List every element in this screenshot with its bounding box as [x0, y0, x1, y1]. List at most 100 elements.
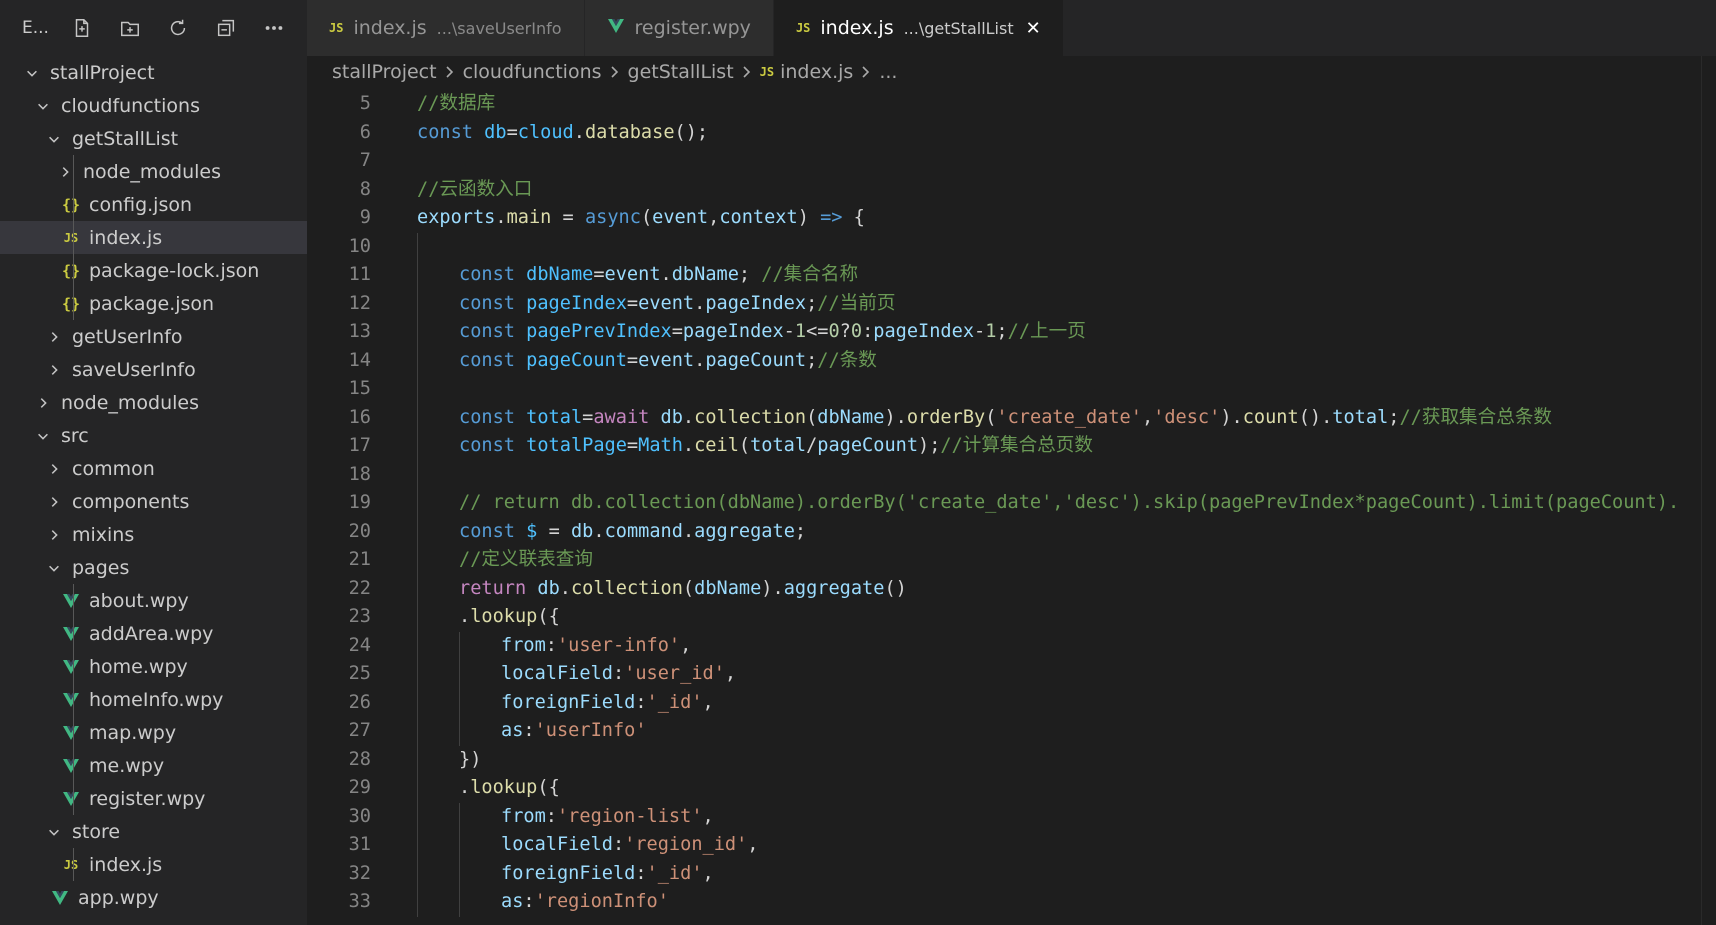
more-icon[interactable]	[250, 10, 298, 46]
code-line[interactable]: 27 as:'userInfo'	[307, 717, 1716, 746]
tree-file[interactable]: {} package.json	[0, 287, 307, 320]
tree-folder[interactable]: src	[0, 419, 307, 452]
chevron-down-icon[interactable]	[46, 131, 62, 147]
code-line[interactable]: 7	[307, 147, 1716, 176]
code-line[interactable]: 6 const db=cloud.database();	[307, 119, 1716, 148]
code-line[interactable]: 11 const dbName=event.dbName; //集合名称	[307, 261, 1716, 290]
close-icon[interactable]: ✕	[1026, 18, 1041, 39]
code-line[interactable]: 32 foreignField:'_id',	[307, 859, 1716, 888]
code-line[interactable]: 18	[307, 460, 1716, 489]
tree-file[interactable]: map.wpy	[0, 716, 307, 749]
chevron-right-icon[interactable]	[46, 527, 62, 543]
code-line[interactable]: 25 localField:'user_id',	[307, 660, 1716, 689]
breadcrumb-item[interactable]: getStallList	[628, 61, 734, 83]
code-line[interactable]: 15	[307, 375, 1716, 404]
tree-item-label: about.wpy	[89, 589, 189, 612]
editor-tab[interactable]: register.wpy	[584, 0, 774, 56]
indent-guide	[73, 848, 74, 881]
code-line[interactable]: 33 as:'regionInfo'	[307, 888, 1716, 917]
tree-folder[interactable]: mixins	[0, 518, 307, 551]
code-token: ,	[702, 862, 714, 884]
chevron-right-icon[interactable]	[46, 461, 62, 477]
new-folder-icon[interactable]	[106, 10, 154, 46]
code-line[interactable]: 30 from:'region-list',	[307, 802, 1716, 831]
vertical-scrollbar[interactable]	[1701, 56, 1716, 925]
code-token: //当前页	[817, 292, 896, 314]
tree-folder[interactable]: node_modules	[0, 155, 307, 188]
tree-file[interactable]: addArea.wpy	[0, 617, 307, 650]
chevron-down-icon[interactable]	[24, 65, 40, 81]
code-line[interactable]: 8 //云函数入口	[307, 176, 1716, 205]
tree-folder[interactable]: node_modules	[0, 386, 307, 419]
code-token: .	[694, 292, 706, 314]
code-editor[interactable]: 5//数据库 6 const db=cloud.database(); 7 8//云函数…	[307, 90, 1716, 925]
tree-file[interactable]: {} config.json	[0, 188, 307, 221]
code-token: Math	[638, 435, 683, 456]
code-line[interactable]: 16 const total=await db.collection(dbName…	[307, 403, 1716, 432]
code-line[interactable]: 5 //数据库	[307, 90, 1716, 119]
chevron-down-icon[interactable]	[46, 824, 62, 840]
tree-file[interactable]: me.wpy	[0, 749, 307, 782]
editor-tab[interactable]: JS index.js ...\getStallList ✕	[773, 0, 1064, 56]
tree-folder[interactable]: common	[0, 452, 307, 485]
line-number: 17	[348, 435, 371, 456]
line-number: 11	[348, 264, 371, 285]
code-line[interactable]: 10	[307, 232, 1716, 261]
editor-tab[interactable]: JS index.js ...\saveUserInfo	[307, 0, 585, 56]
code-line[interactable]: 28})	[307, 745, 1716, 774]
code-line[interactable]: 31 localField:'region_id',	[307, 831, 1716, 860]
chevron-right-icon[interactable]	[46, 494, 62, 510]
tree-file[interactable]: {} package-lock.json	[0, 254, 307, 287]
tree-folder[interactable]: components	[0, 485, 307, 518]
breadcrumb-item[interactable]: stallProject	[332, 61, 437, 83]
code-line[interactable]: 21 //定义联表查询	[307, 546, 1716, 575]
tree-file[interactable]: JS index.js	[0, 848, 307, 881]
breadcrumb-item[interactable]: ...	[879, 61, 897, 83]
tree-file[interactable]: home.wpy	[0, 650, 307, 683]
code-token: const	[459, 321, 527, 342]
code-token: collection	[694, 406, 807, 428]
code-line[interactable]: 17 const totalPage=Math.ceil(total/pageCo…	[307, 432, 1716, 461]
code-line[interactable]: 26 foreignField:'_id',	[307, 688, 1716, 717]
chevron-right-icon[interactable]	[46, 362, 62, 378]
chevron-right-icon[interactable]	[35, 395, 51, 411]
code-token: $	[526, 520, 538, 542]
code-line[interactable]: 19 // return db.collection(dbName).orderB…	[307, 489, 1716, 518]
code-line[interactable]: 13 const pagePrevIndex=pageIndex-1<=0?0:p…	[307, 318, 1716, 347]
code-line[interactable]: 24 from:'user-info',	[307, 631, 1716, 660]
tree-file[interactable]: homeInfo.wpy	[0, 683, 307, 716]
tree-item-label: config.json	[89, 193, 193, 216]
code-line[interactable]: 12 const pageIndex=event.pageIndex;//当前页	[307, 289, 1716, 318]
tree-folder[interactable]: store	[0, 815, 307, 848]
line-number: 10	[348, 235, 371, 257]
tree-folder[interactable]: pages	[0, 551, 307, 584]
code-line[interactable]: 14 const pageCount=event.pageCount;//条数	[307, 346, 1716, 375]
code-line[interactable]: 23 .lookup({	[307, 603, 1716, 632]
code-line[interactable]: 22 return db.collection(dbName).aggregate…	[307, 574, 1716, 603]
breadcrumb-item[interactable]: index.js	[780, 61, 853, 83]
tree-file[interactable]: register.wpy	[0, 782, 307, 815]
refresh-icon[interactable]	[154, 10, 202, 46]
code-line[interactable]: 29 .lookup({	[307, 774, 1716, 803]
tree-folder[interactable]: stallProject	[0, 56, 307, 89]
tree-file[interactable]: app.wpy	[0, 881, 307, 914]
code-line[interactable]: 20 const $ = db.command.aggregate;	[307, 517, 1716, 546]
tree-folder[interactable]: getStallList	[0, 122, 307, 155]
chevron-down-icon[interactable]	[35, 98, 51, 114]
line-number: 23	[348, 606, 371, 627]
new-file-icon[interactable]	[58, 10, 106, 46]
code-token: .	[459, 777, 471, 798]
chevron-down-icon[interactable]	[35, 428, 51, 444]
code-line[interactable]: 9 exports.main = async(event,context) => …	[307, 204, 1716, 233]
breadcrumb-item[interactable]: cloudfunctions	[463, 61, 602, 83]
tree-folder[interactable]: cloudfunctions	[0, 89, 307, 122]
chevron-down-icon[interactable]	[46, 560, 62, 576]
tree-file[interactable]: JS index.js	[0, 221, 307, 254]
chevron-right-icon[interactable]	[57, 164, 73, 180]
line-number: 30	[348, 805, 371, 827]
tree-folder[interactable]: saveUserInfo	[0, 353, 307, 386]
chevron-right-icon[interactable]	[46, 329, 62, 345]
tree-folder[interactable]: getUserInfo	[0, 320, 307, 353]
collapse-all-icon[interactable]	[202, 10, 250, 46]
tree-file[interactable]: about.wpy	[0, 584, 307, 617]
